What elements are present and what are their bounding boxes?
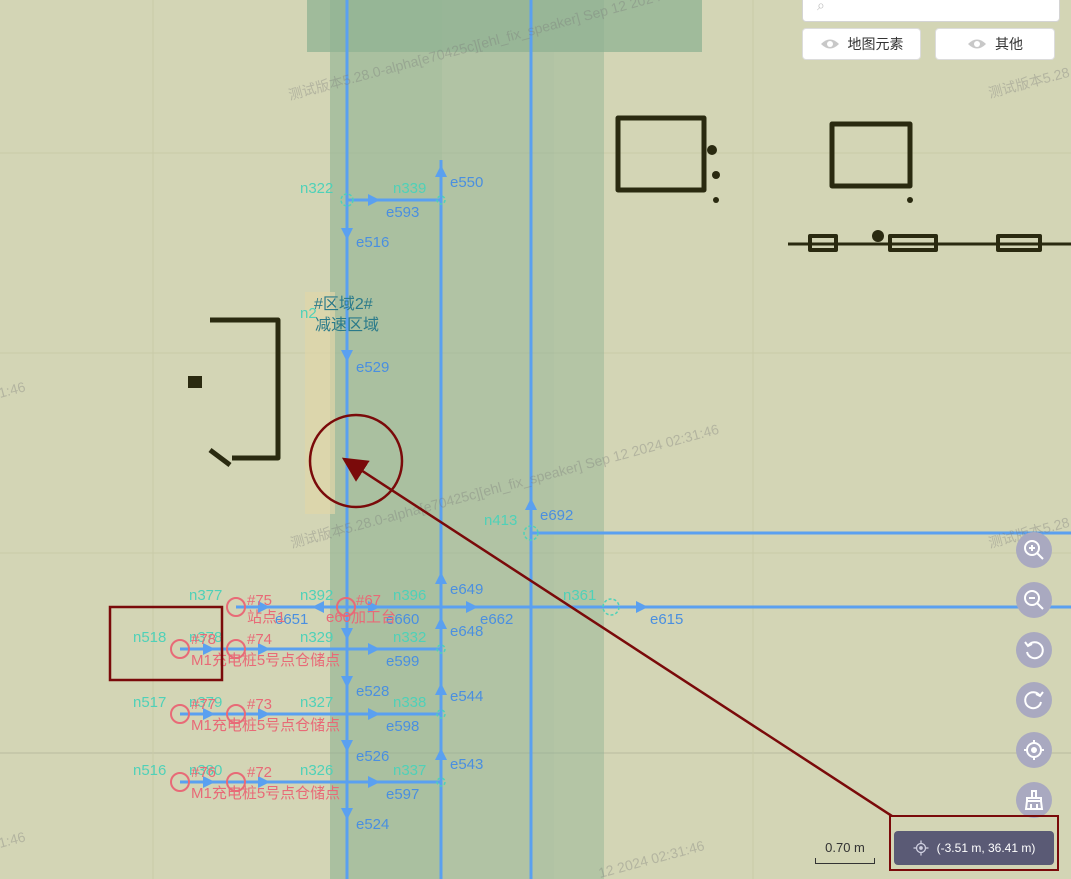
node-label: n338 [393, 694, 426, 711]
station-name: M1充电桩5号点仓储点 [191, 785, 340, 802]
edge-label: e597 [386, 786, 419, 803]
rotate-left-icon [1024, 641, 1044, 660]
station-label: #73 [247, 696, 272, 713]
edge-label: e524 [356, 816, 389, 833]
edge-label: e662 [480, 611, 513, 628]
station-name: M1充电桩5号点仓储点 [191, 652, 340, 669]
station-name: 站点1 [247, 609, 285, 626]
scale-bar [815, 858, 875, 864]
station-name: e60加工台 [326, 609, 396, 626]
node-label: n396 [393, 587, 426, 604]
node-label: n377 [189, 587, 222, 604]
edge-label: e598 [386, 718, 419, 735]
locate-button[interactable] [1016, 732, 1052, 768]
zone-name-label: #区域2# [314, 295, 373, 313]
zoom-out-icon [1024, 590, 1044, 610]
coordinate-readout: (-3.51 m, 36.41 m) [894, 831, 1054, 865]
edge-label: e529 [356, 359, 389, 376]
crosshair-icon [913, 840, 929, 856]
edge-label: e550 [450, 174, 483, 191]
zone-column-b [442, 0, 554, 879]
zoom-in-button[interactable] [1016, 532, 1052, 568]
edge-label: e544 [450, 688, 483, 705]
coordinate-text: (-3.51 m, 36.41 m) [936, 841, 1036, 855]
search-icon: ⌕ [817, 0, 825, 13]
station-label: #75 [247, 592, 272, 609]
node-label: n322 [300, 180, 333, 197]
zone-type-label: 减速区域 [315, 316, 379, 334]
node-label: n392 [300, 587, 333, 604]
station-label: #72 [247, 764, 272, 781]
zone-column-c [554, 0, 604, 879]
node-label: n516 [133, 762, 166, 779]
rotate-left-button[interactable] [1016, 632, 1052, 668]
edge-label: e593 [386, 204, 419, 221]
edge-label: e528 [356, 683, 389, 700]
search-box[interactable]: ⌕ [802, 0, 1060, 22]
edge-label: e516 [356, 234, 389, 251]
station-label: #78 [191, 631, 216, 648]
edge-label: e543 [450, 756, 483, 773]
station-label: #74 [247, 631, 272, 648]
node-label: n413 [484, 512, 517, 529]
eye-icon [820, 39, 839, 49]
eye-icon [968, 39, 986, 49]
broom-icon [1024, 790, 1044, 810]
station-label: #77 [191, 696, 216, 713]
zoom-out-button[interactable] [1016, 582, 1052, 618]
locate-icon [1024, 740, 1044, 760]
scale-label: 0.70 m [825, 840, 865, 855]
search-input[interactable] [837, 0, 1041, 19]
map-canvas[interactable]: 测试版本5.28.0-alpha[e70425c][ehl_fix_speake… [0, 0, 1071, 879]
station-label: #67 [356, 592, 381, 609]
other-layer-button[interactable]: 其他 [935, 28, 1055, 60]
node-label: n326 [300, 762, 333, 779]
node-label: n518 [133, 629, 166, 646]
zoom-in-icon [1024, 540, 1044, 560]
edge-label: e599 [386, 653, 419, 670]
edge-label: e648 [450, 623, 483, 640]
node-label: n332 [393, 629, 426, 646]
edge-label: e615 [650, 611, 683, 628]
edge-label: e526 [356, 748, 389, 765]
rotate-right-icon [1024, 691, 1044, 710]
node-label: n339 [393, 180, 426, 197]
node-label: n2 [300, 305, 317, 322]
node-label: n327 [300, 694, 333, 711]
station-name: M1充电桩5号点仓储点 [191, 717, 340, 734]
node-label: n337 [393, 762, 426, 779]
map-elements-layer-button[interactable]: 地图元素 [802, 28, 921, 60]
node-label: n329 [300, 629, 333, 646]
clear-button[interactable] [1016, 782, 1052, 818]
node-label: n517 [133, 694, 166, 711]
map-elements-label: 地图元素 [847, 36, 904, 52]
node-label: n361 [563, 587, 596, 604]
edge-label: e692 [540, 507, 573, 524]
station-label: #76 [191, 764, 216, 781]
rotate-right-button[interactable] [1016, 682, 1052, 718]
other-label: 其他 [995, 36, 1023, 52]
edge-label: e649 [450, 581, 483, 598]
